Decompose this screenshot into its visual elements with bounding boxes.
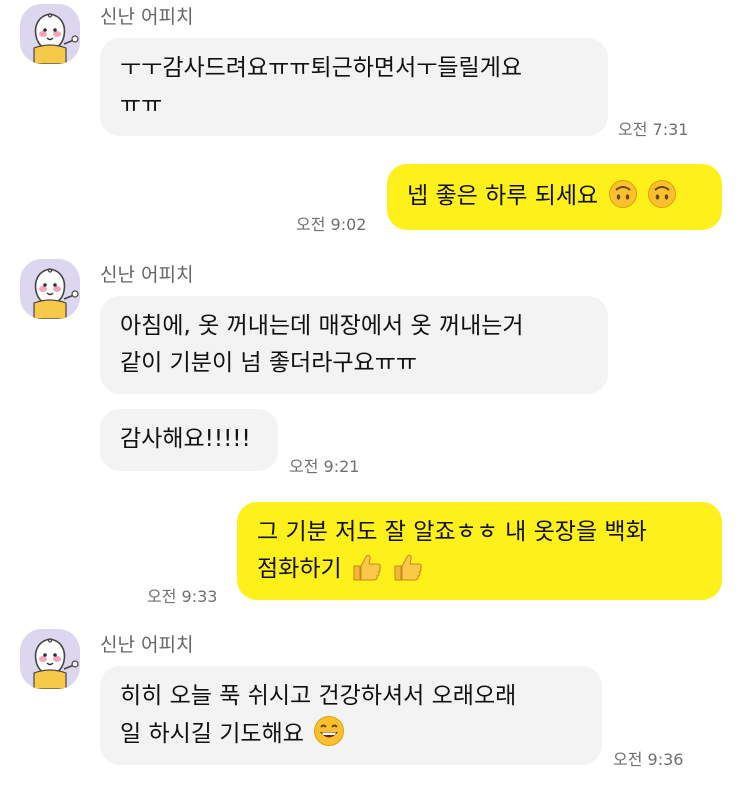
message-timestamp: 오전 7:31 (618, 120, 689, 139)
message-timestamp: 오전 9:36 (613, 750, 684, 769)
upside-down-face-icon (608, 180, 637, 208)
thumbs-up-icon (394, 554, 423, 581)
message-text-line: 아침에, 옷 꺼내는데 매장에서 옷 꺼내는거 (120, 313, 524, 339)
incoming-message-bubble[interactable]: 감사해요!!!!! (100, 409, 278, 471)
sender-name: 신난 어피치 (100, 264, 194, 286)
message-text-line: ㅠㅠ (120, 92, 163, 118)
sender-name: 신난 어피치 (100, 6, 194, 28)
incoming-message-bubble[interactable]: 히히 오늘 푹 쉬시고 건강하셔서 오래오래 일 하시길 기도해요 (100, 666, 602, 765)
incoming-message-bubble[interactable]: 아침에, 옷 꺼내는데 매장에서 옷 꺼내는거 같이 기분이 넘 좋더라구요ㅠㅠ (100, 296, 608, 394)
incoming-message-bubble[interactable]: ㅜㅜ감사드려요ㅠㅠ퇴근하면서ㅜ들릴게요 ㅠㅠ (100, 38, 608, 136)
message-text-line: 일 하시길 기도해요 (120, 715, 582, 753)
message-text: 일 하시길 기도해요 (120, 721, 304, 747)
message-text: 감사해요!!!!! (120, 426, 251, 452)
sender-avatar[interactable] (20, 4, 80, 64)
outgoing-message-bubble[interactable]: 넵 좋은 하루 되세요 (387, 164, 722, 230)
message-text: 점화하기 (257, 556, 342, 582)
peach-character-icon (20, 629, 80, 689)
sender-avatar[interactable] (20, 259, 80, 319)
message-text-line: ㅜㅜ감사드려요ㅠㅠ퇴근하면서ㅜ들릴게요 (120, 55, 523, 81)
sender-name: 신난 어피치 (100, 634, 194, 656)
message-timestamp: 오전 9:33 (147, 587, 218, 606)
grinning-face-icon (314, 716, 345, 746)
message-text: 넵 좋은 하루 되세요 (407, 183, 599, 209)
message-text-line: 히히 오늘 푹 쉬시고 건강하셔서 오래오래 (120, 683, 517, 709)
peach-character-icon (20, 259, 80, 319)
upside-down-face-icon (647, 180, 676, 208)
message-timestamp: 오전 9:02 (296, 215, 367, 234)
thumbs-up-icon (353, 554, 381, 581)
message-text-line: 점화하기 (257, 551, 702, 588)
message-timestamp: 오전 9:21 (289, 457, 360, 476)
sender-avatar[interactable] (20, 629, 80, 689)
peach-character-icon (20, 4, 80, 64)
outgoing-message-bubble[interactable]: 그 기분 저도 잘 알죠ㅎㅎ 내 옷장을 백화 점화하기 (237, 502, 722, 600)
message-text-line: 그 기분 저도 잘 알죠ㅎㅎ 내 옷장을 백화 (257, 519, 647, 545)
message-text-line: 같이 기분이 넘 좋더라구요ㅠㅠ (120, 350, 418, 376)
